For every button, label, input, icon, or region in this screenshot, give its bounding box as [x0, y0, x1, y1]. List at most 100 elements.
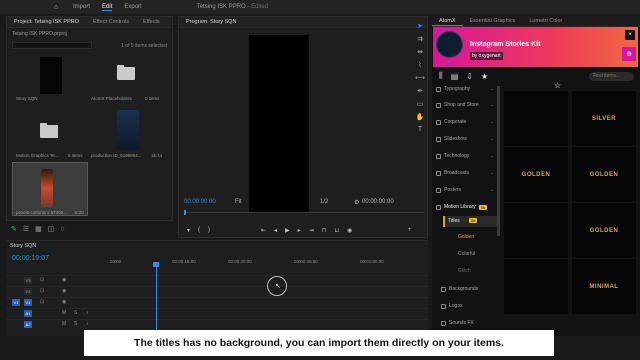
tab-program[interactable]: Program: Story SQN — [179, 17, 243, 27]
wrench-icon[interactable]: ⚙ — [354, 199, 359, 206]
list-view-icon[interactable]: ☰ — [23, 225, 29, 233]
ripple-edit-icon[interactable]: ⇹ — [417, 48, 423, 56]
source-patch-v1[interactable]: V1 — [12, 299, 20, 306]
solo-icon[interactable]: S — [74, 310, 77, 316]
template-thumbnail[interactable]: GOLDEN — [504, 147, 568, 202]
eye-icon[interactable]: ◉ — [62, 277, 66, 283]
tab-effects[interactable]: Effects — [136, 17, 167, 27]
fit-dropdown[interactable]: Fit — [235, 199, 242, 205]
selection-tool-icon[interactable]: ➤ — [417, 22, 423, 30]
mute-icon[interactable]: M — [62, 321, 66, 327]
category-corporate[interactable]: Corporate ⌄ — [436, 119, 494, 125]
monitor-scrub-bar[interactable] — [184, 212, 424, 213]
folder-icon[interactable] — [117, 65, 135, 80]
template-thumbnail[interactable] — [504, 203, 568, 258]
category-logos[interactable]: Logos — [441, 303, 463, 309]
track-v2[interactable]: V2 ⊡ ◉ — [6, 286, 428, 296]
thumbnail-production-id[interactable] — [117, 110, 139, 150]
template-thumbnail[interactable]: MINIMAL — [572, 259, 636, 314]
step-back-icon[interactable]: ◂ — [274, 227, 277, 234]
tab-atomx[interactable]: AtomX — [432, 16, 463, 26]
go-to-in-icon[interactable]: ⇤ — [261, 227, 266, 234]
promo-banner[interactable]: Instagram Stories Kit by oxygenart × ⊕ — [433, 27, 638, 67]
eye-icon[interactable]: ◉ — [62, 299, 66, 305]
track-a2[interactable]: A2 M S ♪ — [6, 319, 428, 329]
export-frame-icon[interactable]: ◉ — [347, 227, 352, 234]
razor-icon[interactable]: ⌇ — [418, 61, 421, 69]
thumbnail-story-sqn[interactable] — [40, 57, 62, 94]
mark-in-icon[interactable]: { — [198, 227, 200, 234]
type-tool-icon[interactable]: T — [418, 126, 422, 133]
mute-icon[interactable]: M — [62, 310, 66, 316]
mic-icon[interactable]: ♪ — [86, 321, 89, 327]
favorites-star-icon[interactable]: ★ — [481, 72, 488, 81]
sliders-icon[interactable]: ⫼ — [439, 71, 443, 81]
sequence-tab[interactable]: Story SQN — [10, 243, 36, 249]
track-label[interactable]: V2 — [24, 288, 32, 295]
timeline-playhead[interactable] — [153, 262, 159, 337]
pen-tool-icon[interactable]: ✒ — [417, 87, 423, 95]
mic-icon[interactable]: ♪ — [86, 310, 89, 316]
category-slideshow[interactable]: Slideshow ⌄ — [436, 136, 494, 142]
lock-icon[interactable]: ⊡ — [40, 277, 44, 283]
template-thumbnail[interactable]: SILVER — [572, 91, 636, 146]
zoom-slider-icon[interactable]: ○ — [60, 226, 64, 233]
favorite-star-icon[interactable]: ☆ — [554, 81, 561, 90]
category-shop-and-store[interactable]: Shop and Store ⌄ — [436, 102, 494, 108]
category-broadcasts[interactable]: Broadcasts ⌄ — [436, 170, 494, 176]
category-backgrounds[interactable]: Backgrounds — [441, 286, 478, 292]
lock-icon[interactable]: ⊡ — [40, 288, 44, 294]
track-label[interactable]: V3 — [24, 277, 32, 284]
tab-essential-graphics[interactable]: Essential Graphics — [463, 16, 523, 26]
timeline-timecode[interactable]: 00:00:10:07 — [12, 255, 49, 262]
rectangle-tool-icon[interactable]: ▭ — [417, 100, 424, 108]
subitem-glitch[interactable]: Glitch — [458, 268, 471, 274]
track-label[interactable]: V1 — [24, 299, 32, 306]
track-v3[interactable]: V3 ⊡ ◉ — [6, 275, 428, 285]
subcategory-titles[interactable]: Titles 56 — [443, 216, 497, 227]
program-timecode[interactable]: 00:00:00:00 — [184, 199, 216, 205]
marker-icon[interactable]: ▾ — [187, 227, 190, 234]
subitem-golden[interactable]: Golden — [458, 234, 474, 240]
thumbnail-pexels-selected[interactable] — [12, 162, 88, 216]
workspace-edit[interactable]: Edit — [102, 4, 113, 11]
track-a1[interactable]: A1 M S ♪ — [6, 308, 428, 318]
tab-effect-controls[interactable]: Effect Controls — [86, 17, 136, 27]
category-scrollbar[interactable] — [497, 86, 500, 236]
eye-icon[interactable]: ◉ — [62, 288, 66, 294]
import-icon[interactable]: ⇩ — [466, 72, 473, 81]
cart-icon[interactable]: ⊕ — [622, 47, 636, 61]
lock-icon[interactable]: ⊡ — [40, 299, 44, 305]
category-sounds-fx[interactable]: Sounds FX — [441, 320, 474, 326]
hand-tool-icon[interactable]: ✋ — [416, 113, 425, 121]
home-icon[interactable]: ⌂ — [51, 2, 61, 12]
category-posters[interactable]: Posters ⌄ — [436, 187, 494, 193]
template-thumbnail[interactable] — [504, 91, 568, 146]
category-technology[interactable]: Technology ⌄ — [436, 153, 494, 159]
add-button[interactable]: + — [408, 227, 412, 233]
template-thumbnail[interactable]: GOLDEN — [572, 203, 636, 258]
step-forward-icon[interactable]: ▸ — [298, 227, 301, 234]
mark-out-icon[interactable]: } — [208, 227, 210, 234]
pen-icon[interactable]: ✎ — [11, 225, 17, 233]
template-thumbnail[interactable]: GOLDEN — [572, 147, 636, 202]
category-typography[interactable]: Typography ⌄ — [436, 86, 494, 92]
slip-icon[interactable]: ⟷ — [415, 74, 425, 82]
track-v1[interactable]: V1 V1 ⊡ ◉ — [6, 297, 428, 307]
track-label[interactable]: A1 — [24, 310, 32, 317]
monitor-playhead[interactable] — [184, 210, 186, 215]
template-thumbnail[interactable] — [504, 259, 568, 314]
workspace-import[interactable]: Import — [73, 4, 90, 10]
freeform-icon[interactable]: ◫ — [48, 225, 55, 233]
tab-project[interactable]: Project: Tetsing ISK PPRO — [7, 17, 86, 27]
lift-icon[interactable]: ⊓ — [322, 227, 327, 234]
tab-lumetri-color[interactable]: Lumetri Color — [522, 16, 569, 26]
close-icon[interactable]: × — [625, 30, 635, 40]
extract-icon[interactable]: ⊔ — [334, 227, 339, 234]
play-icon[interactable]: ▶ — [285, 227, 290, 234]
folder-icon[interactable] — [40, 123, 58, 138]
go-to-out-icon[interactable]: ⇥ — [309, 227, 314, 234]
solo-icon[interactable]: S — [74, 321, 77, 327]
track-select-icon[interactable]: ⇉ — [417, 35, 423, 43]
resolution-dropdown[interactable]: 1/2 — [320, 199, 328, 205]
